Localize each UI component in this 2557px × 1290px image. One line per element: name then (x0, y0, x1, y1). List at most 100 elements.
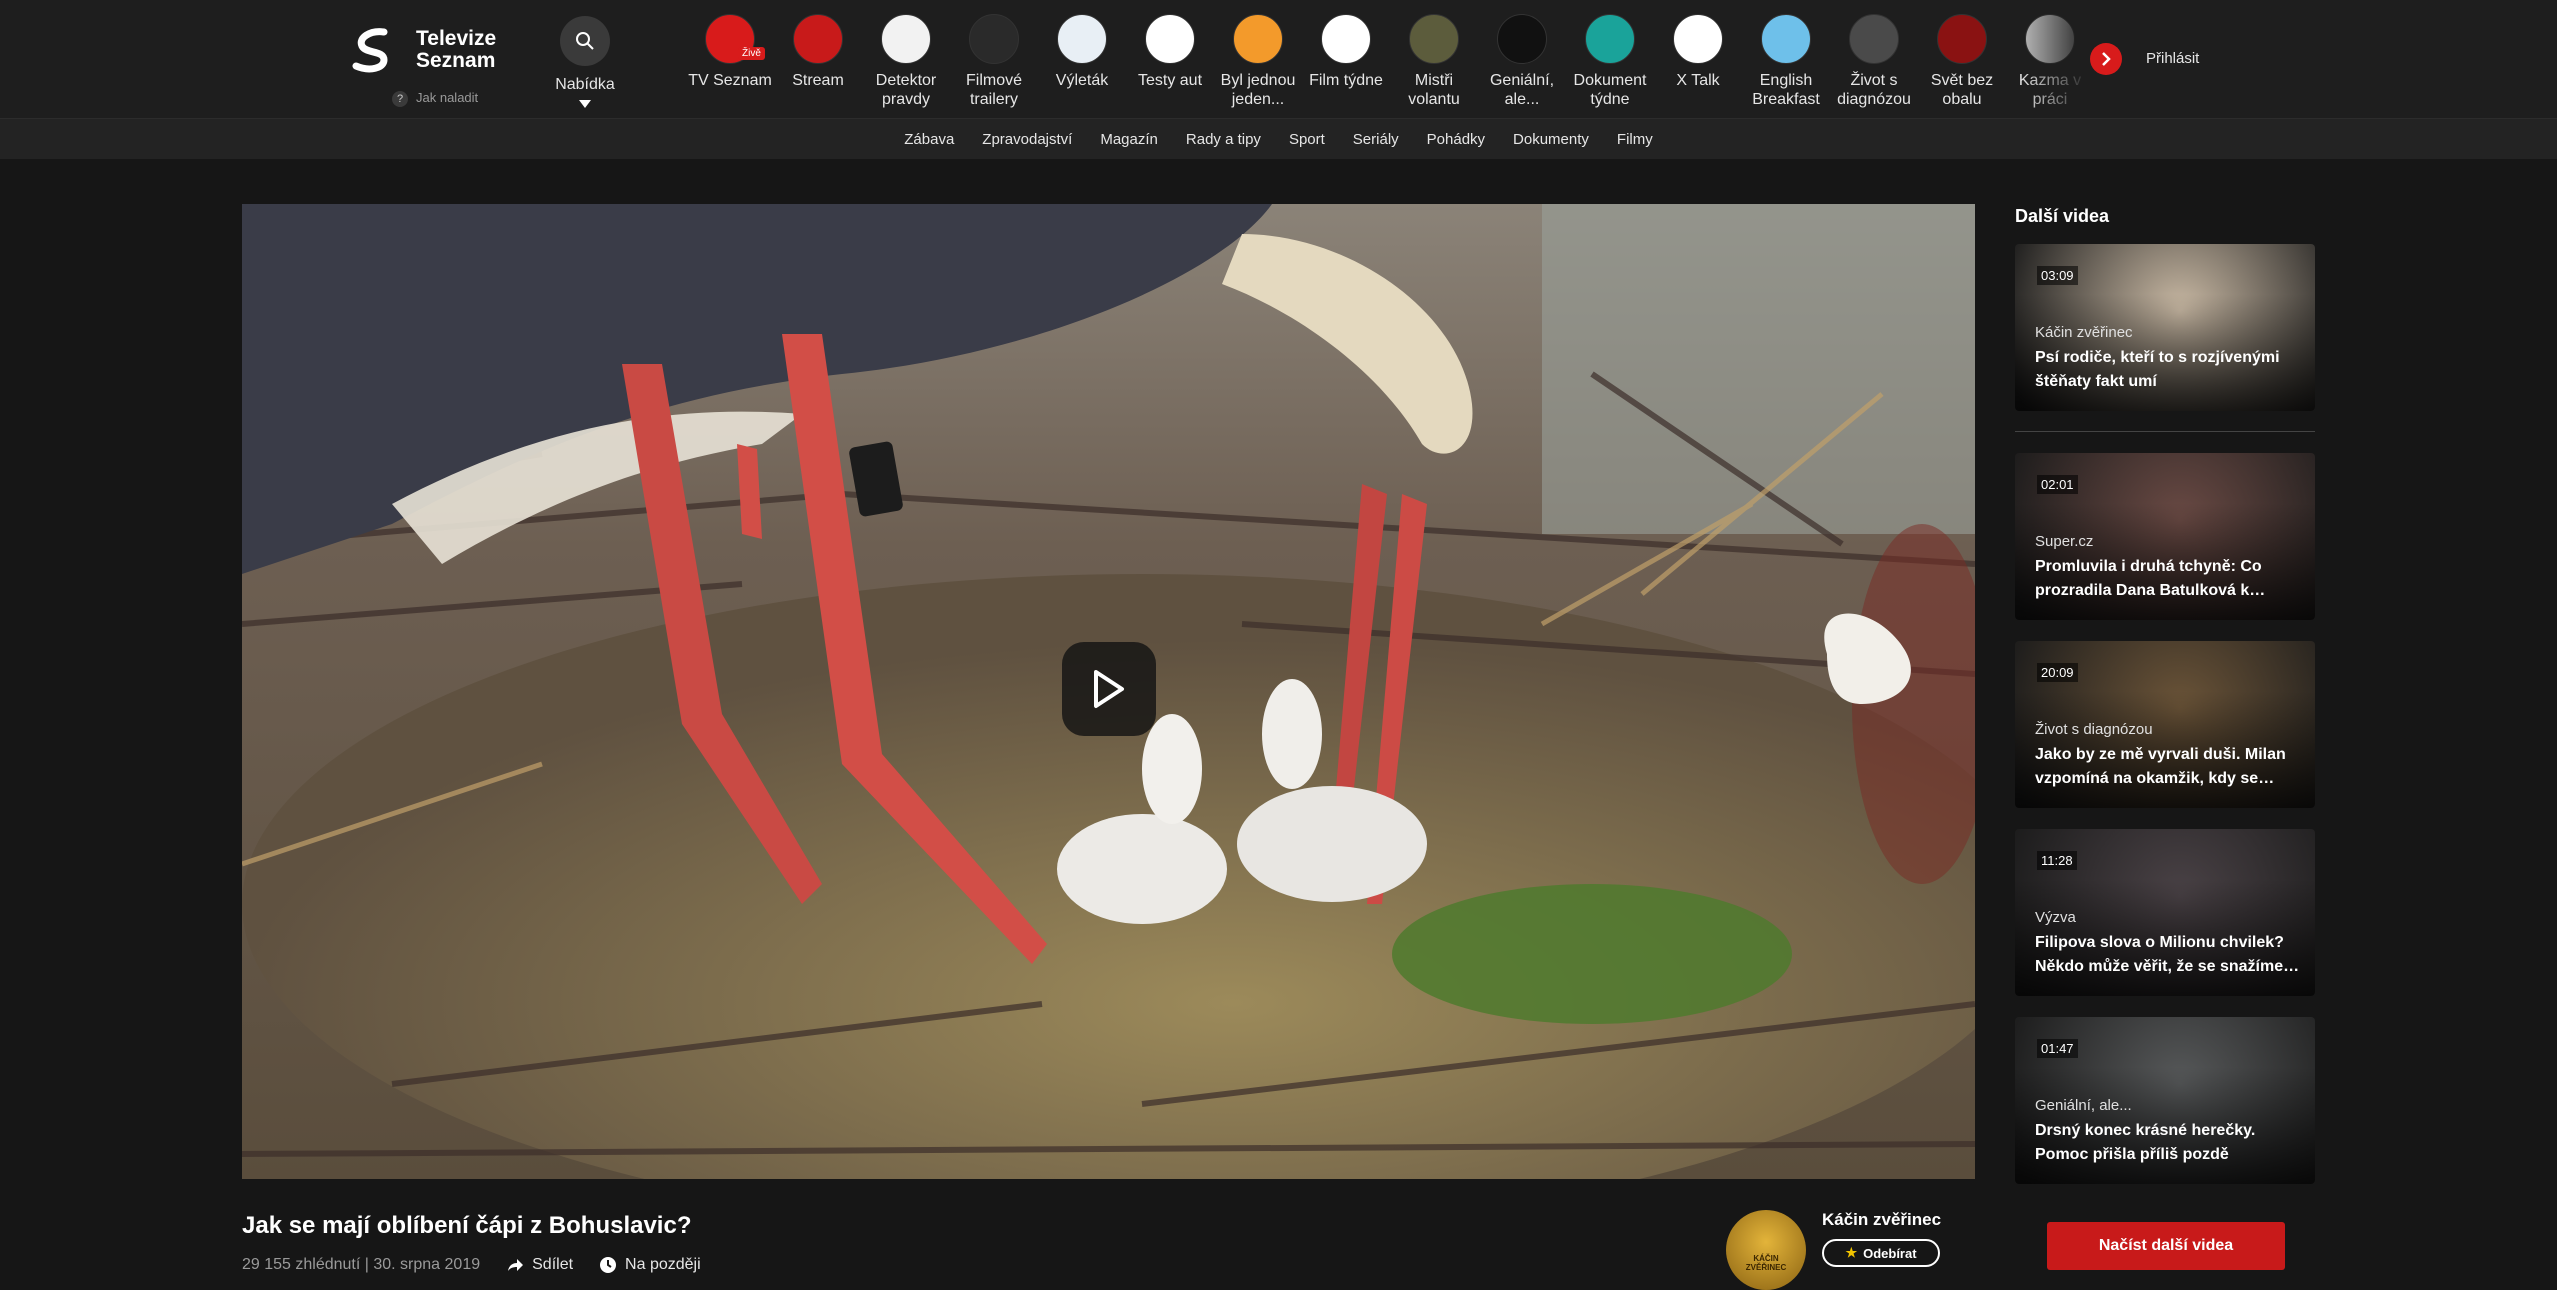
category-link[interactable]: Pohádky (1427, 131, 1485, 148)
mistri-icon (1409, 14, 1459, 64)
channel-label: Geniální, ale... (1489, 72, 1555, 108)
video-source: Život s diagnózou (2035, 721, 2153, 738)
diagnoza-icon (1849, 14, 1899, 64)
video-card-title: Jako by ze mě vyrvali duši. Milan vzpomí… (2035, 746, 2286, 787)
trailers-icon (969, 14, 1019, 64)
english-icon (1761, 14, 1811, 64)
channel-item[interactable]: Svět bez obalu (1918, 14, 2006, 114)
channel-label: TV Seznam (688, 72, 772, 89)
channel-label: Film týdne (1309, 72, 1383, 89)
channel-item[interactable]: Živě TV Seznam (686, 14, 774, 114)
video-source: Super.cz (2035, 533, 2094, 550)
category-link[interactable]: Filmy (1617, 131, 1653, 148)
category-link[interactable]: Seriály (1353, 131, 1399, 148)
video-card-title: Psí rodiče, kteří to s rozjívenými štěňa… (2035, 349, 2280, 390)
related-video-card[interactable]: 11:28 Výzva Filipova slova o Milionu chv… (2015, 829, 2315, 996)
channel-item[interactable]: Filmové trailery (950, 14, 1038, 114)
xtalk-icon (1673, 14, 1723, 64)
watch-later-button[interactable]: Na později (599, 1256, 701, 1274)
channel-item[interactable]: Geniální, ale... (1478, 14, 1566, 114)
channel-label: X Talk (1676, 72, 1720, 89)
channel-label: Byl jednou jeden... (1220, 72, 1296, 108)
channel-item[interactable]: X Talk (1654, 14, 1742, 114)
logo-icon (352, 28, 388, 73)
video-source: Výzva (2035, 909, 2076, 926)
channel-label: Mistři volantu (1408, 72, 1460, 108)
channel-avatar[interactable]: KÁČIN ZVĚŘINEC (1726, 1210, 1806, 1290)
dokument-icon (1585, 14, 1635, 64)
channel-label: Dokument týdne (1573, 72, 1647, 108)
channel-next-button[interactable] (2090, 43, 2122, 75)
share-button[interactable]: Sdílet (506, 1256, 573, 1274)
login-link[interactable]: Přihlásit (2146, 50, 2199, 67)
help-icon: ? (392, 90, 408, 107)
related-video-card[interactable]: 03:09 Káčin zvěřinec Psí rodiče, kteří t… (2015, 244, 2315, 411)
byl-jednou-icon (1233, 14, 1283, 64)
channel-name[interactable]: Káčin zvěřinec (1822, 1210, 1941, 1230)
svet-icon (1937, 14, 1987, 64)
video-duration: 02:01 (2037, 475, 2078, 494)
category-link[interactable]: Zábava (904, 131, 954, 148)
video-card-title: Promluvila i druhá tchyně: Co prozradila… (2035, 558, 2266, 599)
category-link[interactable]: Rady a tipy (1186, 131, 1261, 148)
sidebar-title: Další videa (2015, 206, 2110, 226)
logo[interactable]: Televize Seznam (350, 26, 500, 76)
category-link[interactable]: Dokumenty (1513, 131, 1589, 148)
category-link[interactable]: Sport (1289, 131, 1325, 148)
channel-item[interactable]: English Breakfast (1742, 14, 1830, 114)
channel-label: Svět bez obalu (1930, 72, 1994, 108)
subscribe-button[interactable]: ★ Odebírat (1822, 1239, 1940, 1267)
channel-item[interactable]: Film týdne (1302, 14, 1390, 114)
video-duration: 03:09 (2037, 266, 2078, 285)
channel-item[interactable]: Testy aut (1126, 14, 1214, 114)
channel-label: Výleták (1055, 72, 1109, 89)
channel-label: Detektor pravdy (875, 72, 937, 108)
search-icon[interactable] (560, 16, 610, 66)
vyletak-icon (1057, 14, 1107, 64)
related-video-card[interactable]: 20:09 Život s diagnózou Jako by ze mě vy… (2015, 641, 2315, 808)
watch-later-label: Na později (625, 1256, 701, 1273)
channel-item[interactable]: Život s diagnózou (1830, 14, 1918, 114)
channel-item[interactable]: Mistři volantu (1390, 14, 1478, 114)
channel-label: Život s diagnózou (1837, 72, 1911, 108)
caret-down-icon (579, 100, 591, 108)
menu-button[interactable]: Nabídka (545, 16, 625, 108)
video-meta: 29 155 zhlédnutí | 30. srpna 2019 Sdílet… (242, 1256, 701, 1274)
play-button[interactable] (1062, 642, 1156, 736)
related-video-card[interactable]: 01:47 Geniální, ale... Drsný konec krásn… (2015, 1017, 2315, 1184)
category-link[interactable]: Magazín (1100, 131, 1158, 148)
tune-link[interactable]: ? Jak naladit (392, 90, 478, 107)
genialni-icon (1497, 14, 1547, 64)
video-player[interactable] (242, 204, 1975, 1179)
channel-item[interactable]: Detektor pravdy (862, 14, 950, 114)
video-duration: 11:28 (2037, 851, 2077, 870)
logo-text: Televize Seznam (416, 28, 496, 72)
video-card-title: Drsný konec krásné herečky. Pomoc přišla… (2035, 1122, 2256, 1163)
tune-label: Jak naladit (416, 90, 479, 105)
play-icon (1094, 670, 1124, 708)
category-link[interactable]: Zpravodajství (982, 131, 1072, 148)
live-badge: Živě (738, 47, 765, 60)
channel-label: Filmové trailery (965, 72, 1022, 108)
video-card-title: Filipova slova o Milionu chvilek? Někdo … (2035, 934, 2300, 975)
channel-item[interactable]: Výleták (1038, 14, 1126, 114)
channel-avatar-text: KÁČIN ZVĚŘINEC (1745, 1254, 1787, 1272)
channel-item[interactable]: Byl jednou jeden... (1214, 14, 1302, 114)
video-source: Káčin zvěřinec (2035, 324, 2133, 341)
subscribe-label: Odebírat (1863, 1245, 1917, 1261)
channel-strip-fade (2020, 10, 2090, 114)
video-stats: 29 155 zhlédnutí | 30. srpna 2019 (242, 1256, 481, 1273)
logo-text-line2: Seznam (416, 49, 496, 72)
category-nav: Zábava Zpravodajství Magazín Rady a tipy Spo… (0, 119, 2557, 159)
channel-label: English Breakfast (1752, 72, 1820, 108)
channel-item[interactable]: Dokument týdne (1566, 14, 1654, 114)
load-more-button[interactable]: Načíst další videa (2047, 1222, 2285, 1270)
related-video-card[interactable]: 02:01 Super.cz Promluvila i druhá tchyně… (2015, 453, 2315, 620)
clock-icon (600, 1257, 617, 1273)
video-title: Jak se mají oblíbení čápi z Bohuslavic? (242, 1212, 692, 1239)
garaz-icon (1145, 14, 1195, 64)
channel-item[interactable]: Stream (774, 14, 862, 114)
channel-label: Testy aut (1137, 72, 1203, 89)
sidebar-divider (2015, 431, 2315, 432)
video-duration: 20:09 (2037, 663, 2078, 682)
